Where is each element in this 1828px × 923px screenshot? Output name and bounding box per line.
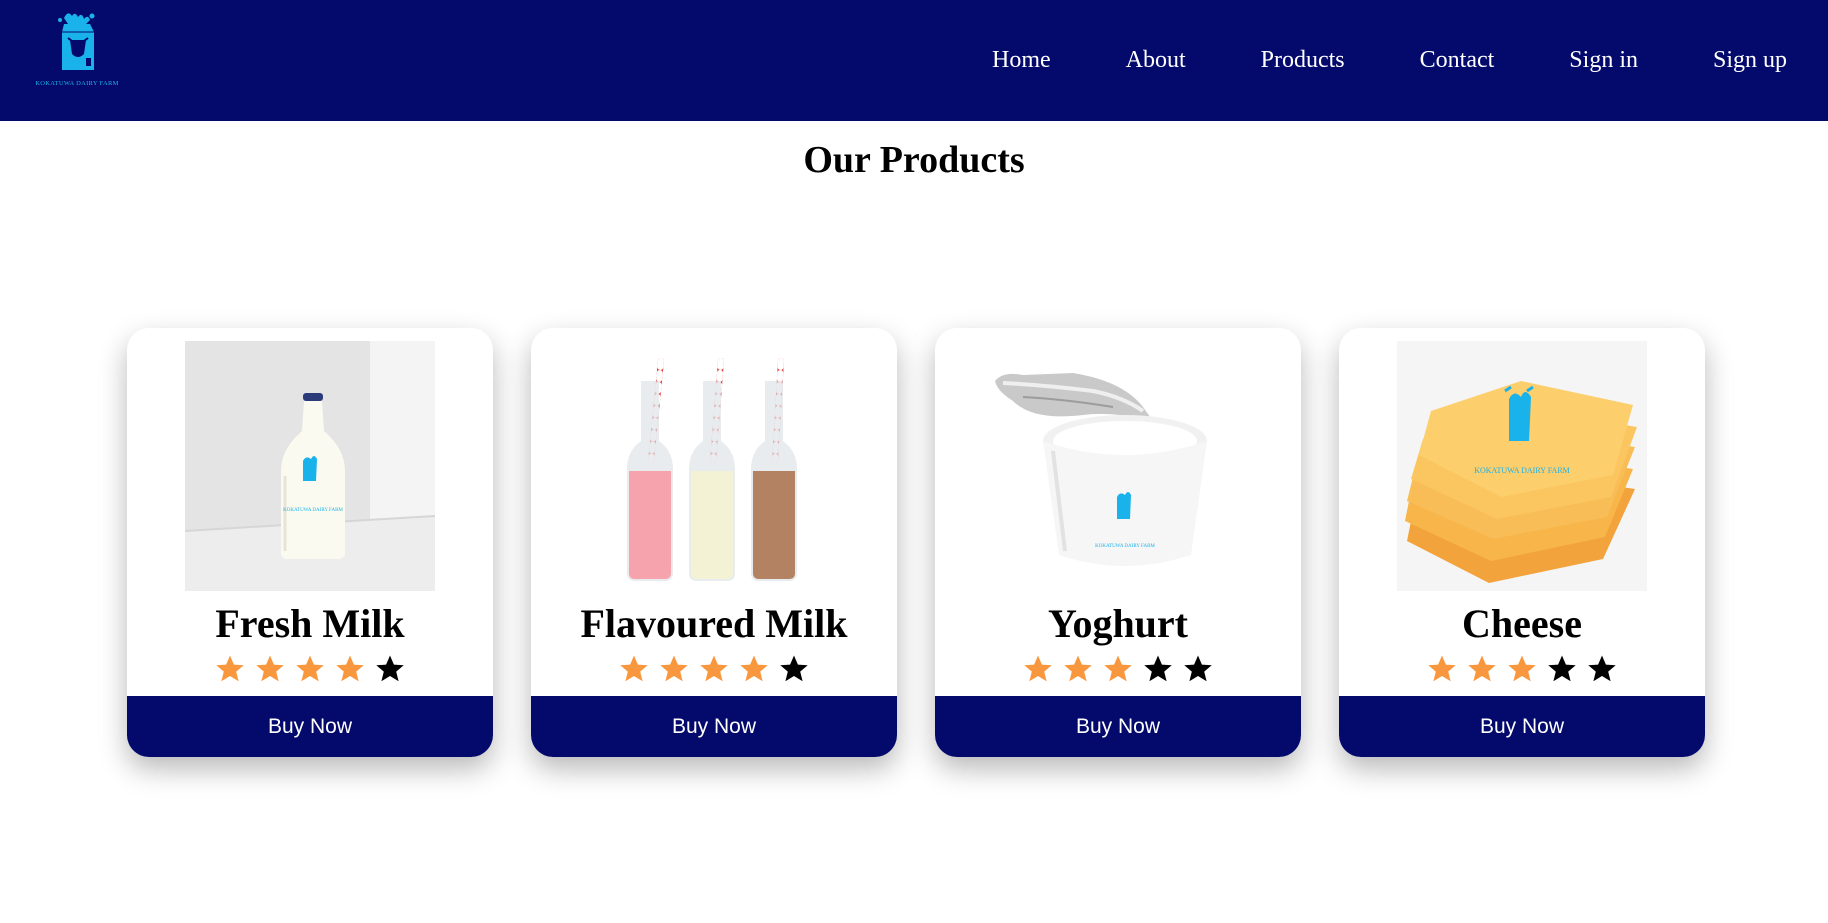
star-filled-icon [1428, 655, 1456, 682]
buy-now-button[interactable]: Buy Now [531, 696, 897, 757]
star-filled-icon [1508, 655, 1536, 682]
rating-stars [1339, 654, 1705, 684]
milk-carton-cow-icon [58, 13, 95, 70]
product-card-fresh-milk: KOKATUWA DAIRY FARM Fresh Milk Buy Now [127, 328, 493, 757]
product-card-flavoured-milk: Flavoured Milk Buy Now [531, 328, 897, 757]
star-filled-icon [1064, 655, 1092, 682]
buy-now-button[interactable]: Buy Now [935, 696, 1301, 757]
cheese-label: KOKATUWA DAIRY FARM [1474, 466, 1570, 475]
product-card-yoghurt: KOKATUWA DAIRY FARM Yoghurt Buy Now [935, 328, 1301, 757]
star-empty-icon [1144, 655, 1172, 682]
nav-sign-in[interactable]: Sign in [1569, 47, 1638, 74]
star-filled-icon [660, 655, 688, 682]
rating-stars [127, 654, 493, 684]
product-grid: KOKATUWA DAIRY FARM Fresh Milk Buy Now F… [127, 328, 1705, 757]
nav-sign-up[interactable]: Sign up [1713, 47, 1787, 74]
star-empty-icon [1548, 655, 1576, 682]
star-filled-icon [216, 655, 244, 682]
buy-now-button[interactable]: Buy Now [127, 696, 493, 757]
fresh-milk-bottle-label: KOKATUWA DAIRY FARM [283, 508, 343, 513]
star-filled-icon [1104, 655, 1132, 682]
product-name: Flavoured Milk [580, 601, 848, 646]
buy-now-button[interactable]: Buy Now [1339, 696, 1705, 757]
product-name: Fresh Milk [215, 601, 405, 646]
star-empty-icon [1588, 655, 1616, 682]
star-filled-icon [740, 655, 768, 682]
main-nav: Home About Products Contact Sign in Sign… [992, 0, 1828, 121]
star-filled-icon [296, 655, 324, 682]
product-card-cheese: KOKATUWA DAIRY FARM Cheese Buy Now [1339, 328, 1705, 757]
star-empty-icon [376, 655, 404, 682]
star-filled-icon [1024, 655, 1052, 682]
product-image-fresh-milk: KOKATUWA DAIRY FARM [185, 341, 435, 591]
star-filled-icon [1468, 655, 1496, 682]
nav-contact[interactable]: Contact [1420, 47, 1495, 74]
star-filled-icon [336, 655, 364, 682]
star-filled-icon [700, 655, 728, 682]
yoghurt-cup-label: KOKATUWA DAIRY FARM [1095, 544, 1155, 549]
star-empty-icon [1184, 655, 1212, 682]
rating-stars [531, 654, 897, 684]
logo-text: KOKATUWA DAIRY FARM [35, 80, 119, 87]
brand-logo[interactable]: KOKATUWA DAIRY FARM [34, 10, 120, 90]
product-name: Yoghurt [1047, 601, 1189, 646]
product-image-flavoured-milk [589, 341, 839, 591]
star-filled-icon [620, 655, 648, 682]
nav-about[interactable]: About [1126, 47, 1186, 74]
product-name: Cheese [1462, 601, 1582, 646]
star-empty-icon [780, 655, 808, 682]
nav-products[interactable]: Products [1261, 47, 1345, 74]
star-filled-icon [256, 655, 284, 682]
navbar: KOKATUWA DAIRY FARM Home About Products … [0, 0, 1828, 121]
product-image-yoghurt: KOKATUWA DAIRY FARM [993, 341, 1243, 591]
product-image-cheese: KOKATUWA DAIRY FARM [1397, 341, 1647, 591]
rating-stars [935, 654, 1301, 684]
page-title: Our Products [803, 139, 1025, 181]
nav-home[interactable]: Home [992, 47, 1051, 74]
